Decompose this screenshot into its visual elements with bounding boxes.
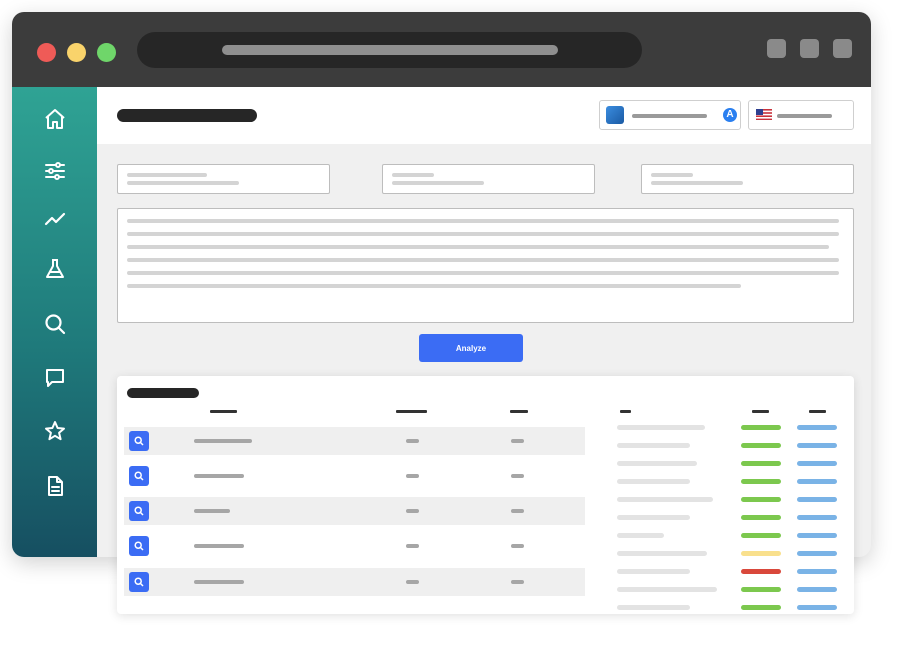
sidebar [12, 87, 97, 557]
status-indicator [741, 497, 781, 502]
table-row[interactable] [124, 497, 585, 525]
sliders-icon[interactable] [43, 159, 67, 183]
input-field-3[interactable] [641, 164, 854, 194]
side-list-item [617, 569, 847, 575]
message-icon[interactable] [43, 366, 67, 390]
column-header-side [620, 410, 631, 413]
side-list-item [617, 533, 847, 539]
status-indicator [741, 425, 781, 430]
secondary-indicator [797, 515, 837, 520]
maximize-window-button[interactable] [97, 43, 116, 62]
side-list-label [617, 515, 690, 520]
column-header-3 [510, 410, 528, 413]
status-indicator [741, 443, 781, 448]
side-list-label [617, 497, 713, 502]
analyze-button[interactable]: Analyze [419, 334, 523, 362]
side-list-label [617, 533, 664, 538]
row-search-button[interactable] [129, 501, 149, 521]
page-title [117, 109, 257, 122]
search-icon[interactable] [43, 312, 67, 336]
secondary-indicator [797, 533, 837, 538]
table-row[interactable] [124, 532, 585, 560]
status-indicator [741, 479, 781, 484]
secondary-indicator [797, 605, 837, 610]
status-indicator [741, 551, 781, 556]
window-control-1[interactable] [767, 39, 786, 58]
secondary-indicator [797, 587, 837, 592]
us-flag-icon [756, 109, 772, 120]
row-search-button[interactable] [129, 466, 149, 486]
flask-icon[interactable] [43, 257, 67, 281]
window-control-3[interactable] [833, 39, 852, 58]
side-list-item [617, 497, 847, 503]
side-list-label [617, 605, 690, 610]
minimize-window-button[interactable] [67, 43, 86, 62]
text-input-area[interactable] [117, 208, 854, 323]
language-select-value [777, 114, 832, 118]
search-icon [134, 577, 144, 587]
results-title [127, 388, 199, 398]
row-search-button[interactable] [129, 536, 149, 556]
input-field-1[interactable] [117, 164, 330, 194]
status-indicator [741, 533, 781, 538]
side-list-label [617, 425, 705, 430]
language-select[interactable] [748, 100, 854, 130]
column-header-accuracy [809, 410, 826, 413]
column-header-name [210, 410, 237, 413]
search-icon [134, 506, 144, 516]
status-indicator [741, 569, 781, 574]
title-bar [12, 12, 871, 87]
table-row[interactable] [124, 462, 585, 490]
app-select[interactable]: A [599, 100, 741, 130]
status-indicator [741, 605, 781, 610]
secondary-indicator [797, 551, 837, 556]
side-list-item [617, 515, 847, 521]
side-list-item [617, 425, 847, 431]
app-icon [606, 106, 624, 124]
app-select-value [632, 114, 707, 118]
side-list-label [617, 587, 717, 592]
side-list-item [617, 551, 847, 557]
secondary-indicator [797, 497, 837, 502]
side-list-label [617, 551, 707, 556]
address-bar[interactable] [137, 32, 642, 68]
secondary-indicator [797, 425, 837, 430]
status-indicator [741, 461, 781, 466]
table-row[interactable] [124, 427, 585, 455]
address-bar-text [222, 45, 558, 55]
search-icon [134, 471, 144, 481]
status-indicator [741, 515, 781, 520]
input-field-2[interactable] [382, 164, 595, 194]
side-list-item [617, 461, 847, 467]
side-list-item [617, 587, 847, 593]
search-icon [134, 541, 144, 551]
results-card [117, 376, 854, 614]
side-list-item [617, 479, 847, 485]
window-control-2[interactable] [800, 39, 819, 58]
home-icon[interactable] [43, 107, 67, 131]
side-list-label [617, 461, 697, 466]
document-icon[interactable] [43, 474, 67, 498]
row-search-button[interactable] [129, 431, 149, 451]
column-header-status [752, 410, 769, 413]
side-list-label [617, 569, 690, 574]
secondary-indicator [797, 461, 837, 466]
trend-icon[interactable] [43, 207, 67, 231]
star-icon[interactable] [43, 419, 67, 443]
secondary-indicator [797, 443, 837, 448]
page-header: A [97, 87, 871, 144]
secondary-indicator [797, 569, 837, 574]
column-header-2 [396, 410, 427, 413]
status-indicator [741, 587, 781, 592]
side-list-item [617, 605, 847, 611]
secondary-indicator [797, 479, 837, 484]
app-store-icon: A [723, 108, 737, 122]
side-list-label [617, 443, 690, 448]
table-row[interactable] [124, 568, 585, 596]
side-list-item [617, 443, 847, 449]
search-icon [134, 436, 144, 446]
side-list-label [617, 479, 690, 484]
row-search-button[interactable] [129, 572, 149, 592]
close-window-button[interactable] [37, 43, 56, 62]
